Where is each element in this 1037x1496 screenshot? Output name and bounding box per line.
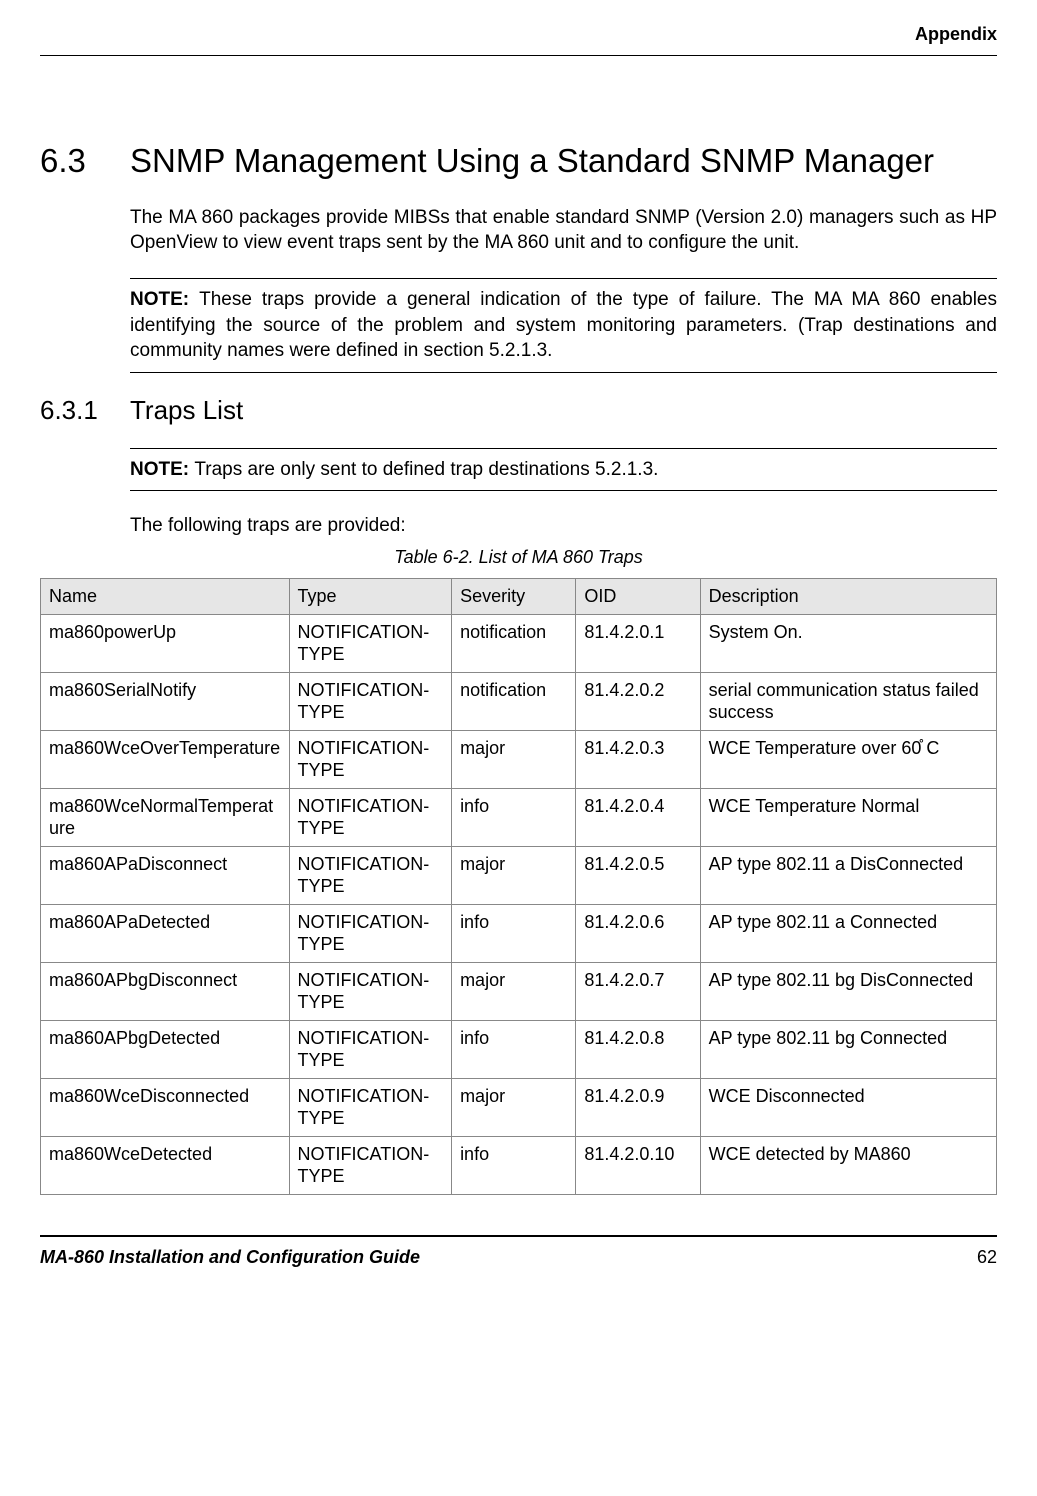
cell-type: NOTIFICATION-TYPE bbox=[289, 1078, 452, 1136]
col-header-name: Name bbox=[41, 579, 290, 615]
col-header-type: Type bbox=[289, 579, 452, 615]
table-row: ma860APaDisconnectNOTIFICATION-TYPEmajor… bbox=[41, 846, 997, 904]
page-header: Appendix bbox=[40, 20, 997, 56]
cell-severity: major bbox=[452, 1078, 576, 1136]
table-caption: Table 6-2. List of MA 860 Traps bbox=[40, 547, 997, 568]
cell-oid: 81.4.2.0.3 bbox=[576, 730, 700, 788]
cell-name: ma860WceOverTemperature bbox=[41, 730, 290, 788]
col-header-oid: OID bbox=[576, 579, 700, 615]
table-header-row: Name Type Severity OID Description bbox=[41, 579, 997, 615]
subsection-number: 6.3.1 bbox=[40, 395, 130, 426]
cell-severity: notification bbox=[452, 672, 576, 730]
cell-name: ma860WceDisconnected bbox=[41, 1078, 290, 1136]
cell-name: ma860APbgDisconnect bbox=[41, 962, 290, 1020]
cell-severity: info bbox=[452, 904, 576, 962]
page-footer: MA-860 Installation and Configuration Gu… bbox=[40, 1235, 997, 1268]
note-box-1: NOTE: These traps provide a general indi… bbox=[130, 278, 997, 373]
cell-description: AP type 802.11 a Connected bbox=[700, 904, 996, 962]
cell-type: NOTIFICATION-TYPE bbox=[289, 614, 452, 672]
cell-type: NOTIFICATION-TYPE bbox=[289, 904, 452, 962]
cell-description: AP type 802.11 bg DisConnected bbox=[700, 962, 996, 1020]
cell-oid: 81.4.2.0.1 bbox=[576, 614, 700, 672]
cell-description: WCE detected by MA860 bbox=[700, 1136, 996, 1194]
cell-severity: info bbox=[452, 1136, 576, 1194]
cell-name: ma860WceNormalTemperature bbox=[41, 788, 290, 846]
table-row: ma860WceNormalTemperatureNOTIFICATION-TY… bbox=[41, 788, 997, 846]
cell-type: NOTIFICATION-TYPE bbox=[289, 962, 452, 1020]
note-text: These traps provide a general indication… bbox=[130, 289, 997, 361]
table-row: ma860APbgDisconnectNOTIFICATION-TYPEmajo… bbox=[41, 962, 997, 1020]
table-row: ma860WceOverTemperatureNOTIFICATION-TYPE… bbox=[41, 730, 997, 788]
cell-oid: 81.4.2.0.4 bbox=[576, 788, 700, 846]
cell-type: NOTIFICATION-TYPE bbox=[289, 672, 452, 730]
note-label: NOTE: bbox=[130, 459, 194, 480]
cell-type: NOTIFICATION-TYPE bbox=[289, 1020, 452, 1078]
cell-oid: 81.4.2.0.8 bbox=[576, 1020, 700, 1078]
table-row: ma860APaDetectedNOTIFICATION-TYPEinfo81.… bbox=[41, 904, 997, 962]
col-header-description: Description bbox=[700, 579, 996, 615]
cell-oid: 81.4.2.0.10 bbox=[576, 1136, 700, 1194]
col-header-severity: Severity bbox=[452, 579, 576, 615]
cell-name: ma860APaDetected bbox=[41, 904, 290, 962]
cell-description: WCE Temperature Normal bbox=[700, 788, 996, 846]
cell-oid: 81.4.2.0.5 bbox=[576, 846, 700, 904]
cell-oid: 81.4.2.0.9 bbox=[576, 1078, 700, 1136]
table-row: ma860APbgDetectedNOTIFICATION-TYPEinfo81… bbox=[41, 1020, 997, 1078]
cell-severity: major bbox=[452, 962, 576, 1020]
section-paragraph: The MA 860 packages provide MIBSs that e… bbox=[130, 205, 997, 256]
cell-oid: 81.4.2.0.2 bbox=[576, 672, 700, 730]
table-row: ma860SerialNotifyNOTIFICATION-TYPEnotifi… bbox=[41, 672, 997, 730]
table-row: ma860WceDisconnectedNOTIFICATION-TYPEmaj… bbox=[41, 1078, 997, 1136]
cell-type: NOTIFICATION-TYPE bbox=[289, 846, 452, 904]
subsection-title: Traps List bbox=[130, 395, 997, 426]
cell-type: NOTIFICATION-TYPE bbox=[289, 788, 452, 846]
cell-oid: 81.4.2.0.6 bbox=[576, 904, 700, 962]
section-number: 6.3 bbox=[40, 141, 130, 181]
subsection-heading: 6.3.1 Traps List bbox=[40, 395, 997, 426]
spacer bbox=[40, 56, 997, 141]
footer-title: MA-860 Installation and Configuration Gu… bbox=[40, 1247, 420, 1268]
section-title: SNMP Management Using a Standard SNMP Ma… bbox=[130, 141, 997, 181]
cell-severity: notification bbox=[452, 614, 576, 672]
cell-description: System On. bbox=[700, 614, 996, 672]
note-box-2: NOTE: Traps are only sent to defined tra… bbox=[130, 448, 997, 492]
cell-name: ma860SerialNotify bbox=[41, 672, 290, 730]
note-label: NOTE: bbox=[130, 289, 199, 310]
footer-page-number: 62 bbox=[977, 1247, 997, 1268]
cell-severity: major bbox=[452, 846, 576, 904]
subsection-paragraph: The following traps are provided: bbox=[130, 513, 997, 539]
cell-description: serial communication status failed succe… bbox=[700, 672, 996, 730]
cell-name: ma860WceDetected bbox=[41, 1136, 290, 1194]
cell-severity: info bbox=[452, 788, 576, 846]
cell-description: AP type 802.11 bg Connected bbox=[700, 1020, 996, 1078]
cell-type: NOTIFICATION-TYPE bbox=[289, 730, 452, 788]
table-row: ma860powerUpNOTIFICATION-TYPEnotificatio… bbox=[41, 614, 997, 672]
cell-name: ma860APbgDetected bbox=[41, 1020, 290, 1078]
cell-description: WCE Temperature over 60̊ C bbox=[700, 730, 996, 788]
note-text: Traps are only sent to defined trap dest… bbox=[194, 459, 658, 480]
cell-severity: info bbox=[452, 1020, 576, 1078]
table-row: ma860WceDetectedNOTIFICATION-TYPEinfo81.… bbox=[41, 1136, 997, 1194]
traps-table: Name Type Severity OID Description ma860… bbox=[40, 578, 997, 1195]
section-heading: 6.3 SNMP Management Using a Standard SNM… bbox=[40, 141, 997, 181]
cell-name: ma860APaDisconnect bbox=[41, 846, 290, 904]
cell-type: NOTIFICATION-TYPE bbox=[289, 1136, 452, 1194]
header-label: Appendix bbox=[915, 24, 997, 44]
cell-oid: 81.4.2.0.7 bbox=[576, 962, 700, 1020]
cell-severity: major bbox=[452, 730, 576, 788]
cell-description: WCE Disconnected bbox=[700, 1078, 996, 1136]
cell-name: ma860powerUp bbox=[41, 614, 290, 672]
cell-description: AP type 802.11 a DisConnected bbox=[700, 846, 996, 904]
